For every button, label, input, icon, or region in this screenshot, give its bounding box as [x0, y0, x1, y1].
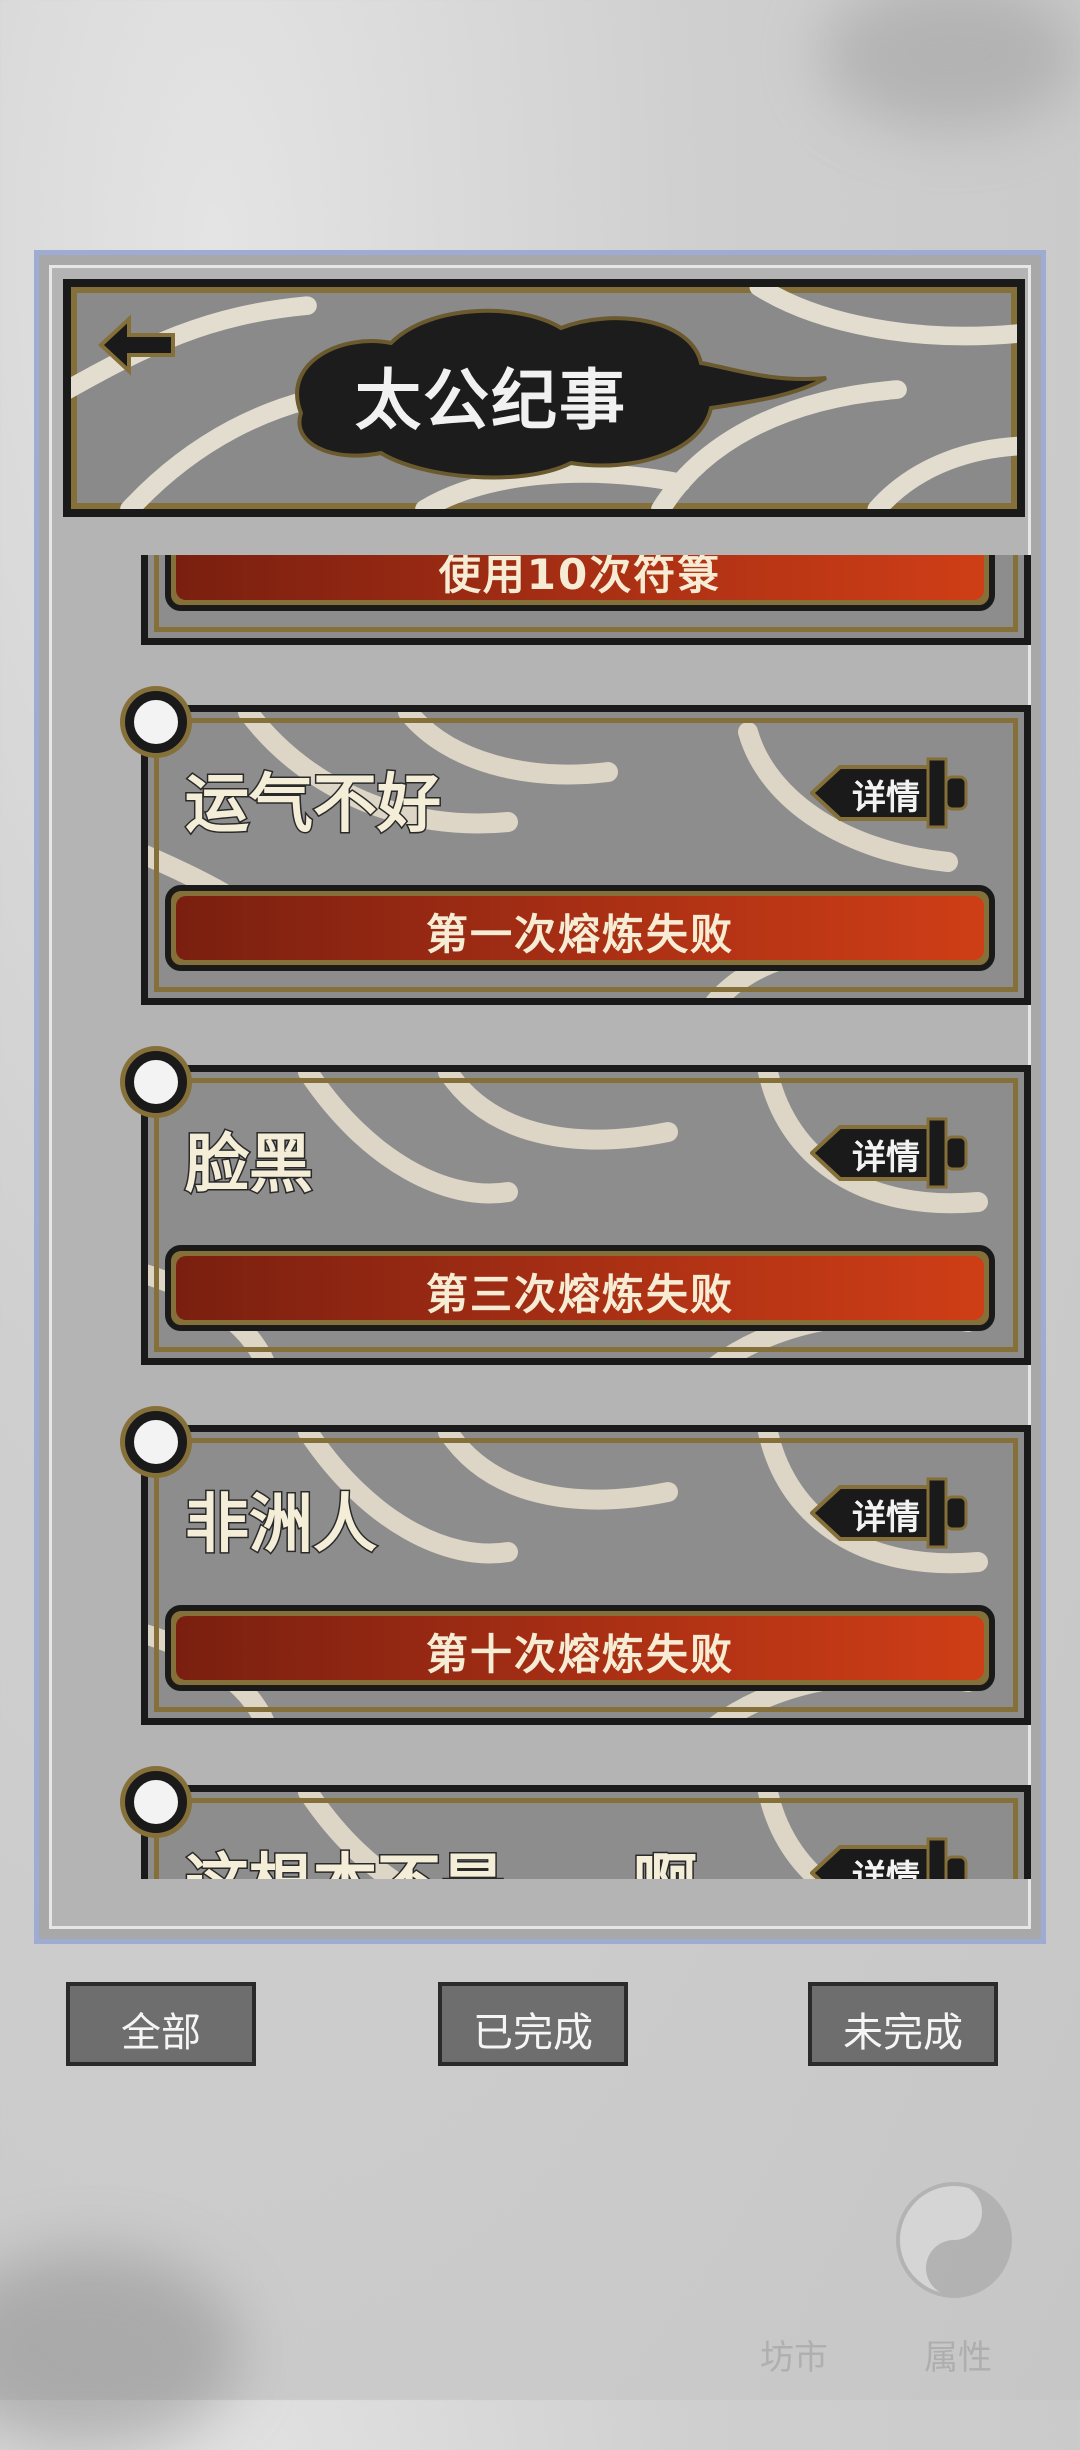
condition-text: 第三次熔炼失败 — [425, 1270, 734, 1319]
nav-attributes-label[interactable]: 属性 — [924, 2330, 992, 2379]
pin-icon — [125, 691, 187, 753]
condition-bar: 第三次熔炼失败 — [165, 1245, 995, 1331]
filter-completed-button[interactable]: 已完成 — [438, 1982, 628, 2066]
filter-all-button[interactable]: 全部 — [66, 1982, 256, 2066]
back-button[interactable] — [91, 307, 181, 387]
page-title: 太公纪事 — [355, 362, 627, 439]
nav-market-label[interactable]: 坊市 — [760, 2330, 828, 2379]
filter-completed-label: 已完成 — [473, 2010, 593, 2056]
achievement-title: 这根本不是……啊 — [184, 1833, 699, 1880]
condition-text: 使用10次符箓 — [438, 555, 722, 599]
detail-label: 详情 — [852, 1858, 920, 1879]
detail-button[interactable]: 详情 — [810, 1473, 970, 1553]
detail-button[interactable]: 详情 — [810, 753, 970, 833]
panel-header: 太公纪事 — [63, 279, 1025, 517]
detail-button[interactable]: 详情 — [810, 1833, 970, 1879]
yin-yang-icon[interactable] — [894, 2180, 1014, 2300]
filter-incomplete-button[interactable]: 未完成 — [808, 1982, 998, 2066]
condition-bar: 使用10次符箓 — [165, 555, 995, 611]
achievement-list[interactable]: 使用10次符箓 运气不好 详情 第一次熔炼失败 脸黑 详情 第三次熔炼失败 非洲… — [39, 555, 1041, 1879]
pin-icon — [125, 1771, 187, 1833]
condition-text: 第一次熔炼失败 — [425, 910, 734, 959]
condition-text: 第十次熔炼失败 — [425, 1630, 734, 1679]
pin-icon — [125, 1411, 187, 1473]
ink-splash-bg — [820, 0, 1080, 130]
achievement-title: 非洲人 — [184, 1487, 379, 1564]
detail-label: 详情 — [852, 1498, 920, 1538]
achievement-title: 运气不好 — [184, 767, 443, 844]
achievement-panel: 太公纪事 使用10次符箓 运气不好 详情 第一次熔炼失败 脸黑 详情 第三次熔炼… — [34, 250, 1046, 1944]
condition-bar: 第一次熔炼失败 — [165, 885, 995, 971]
detail-button[interactable]: 详情 — [810, 1113, 970, 1193]
condition-bar: 第十次熔炼失败 — [165, 1605, 995, 1691]
detail-label: 详情 — [852, 778, 920, 818]
achievement-title: 脸黑 — [184, 1127, 315, 1204]
back-arrow-icon — [98, 314, 175, 376]
detail-label: 详情 — [852, 1138, 920, 1178]
filter-incomplete-label: 未完成 — [843, 2010, 963, 2056]
pin-icon — [125, 1051, 187, 1113]
filter-all-label: 全部 — [121, 2010, 201, 2056]
